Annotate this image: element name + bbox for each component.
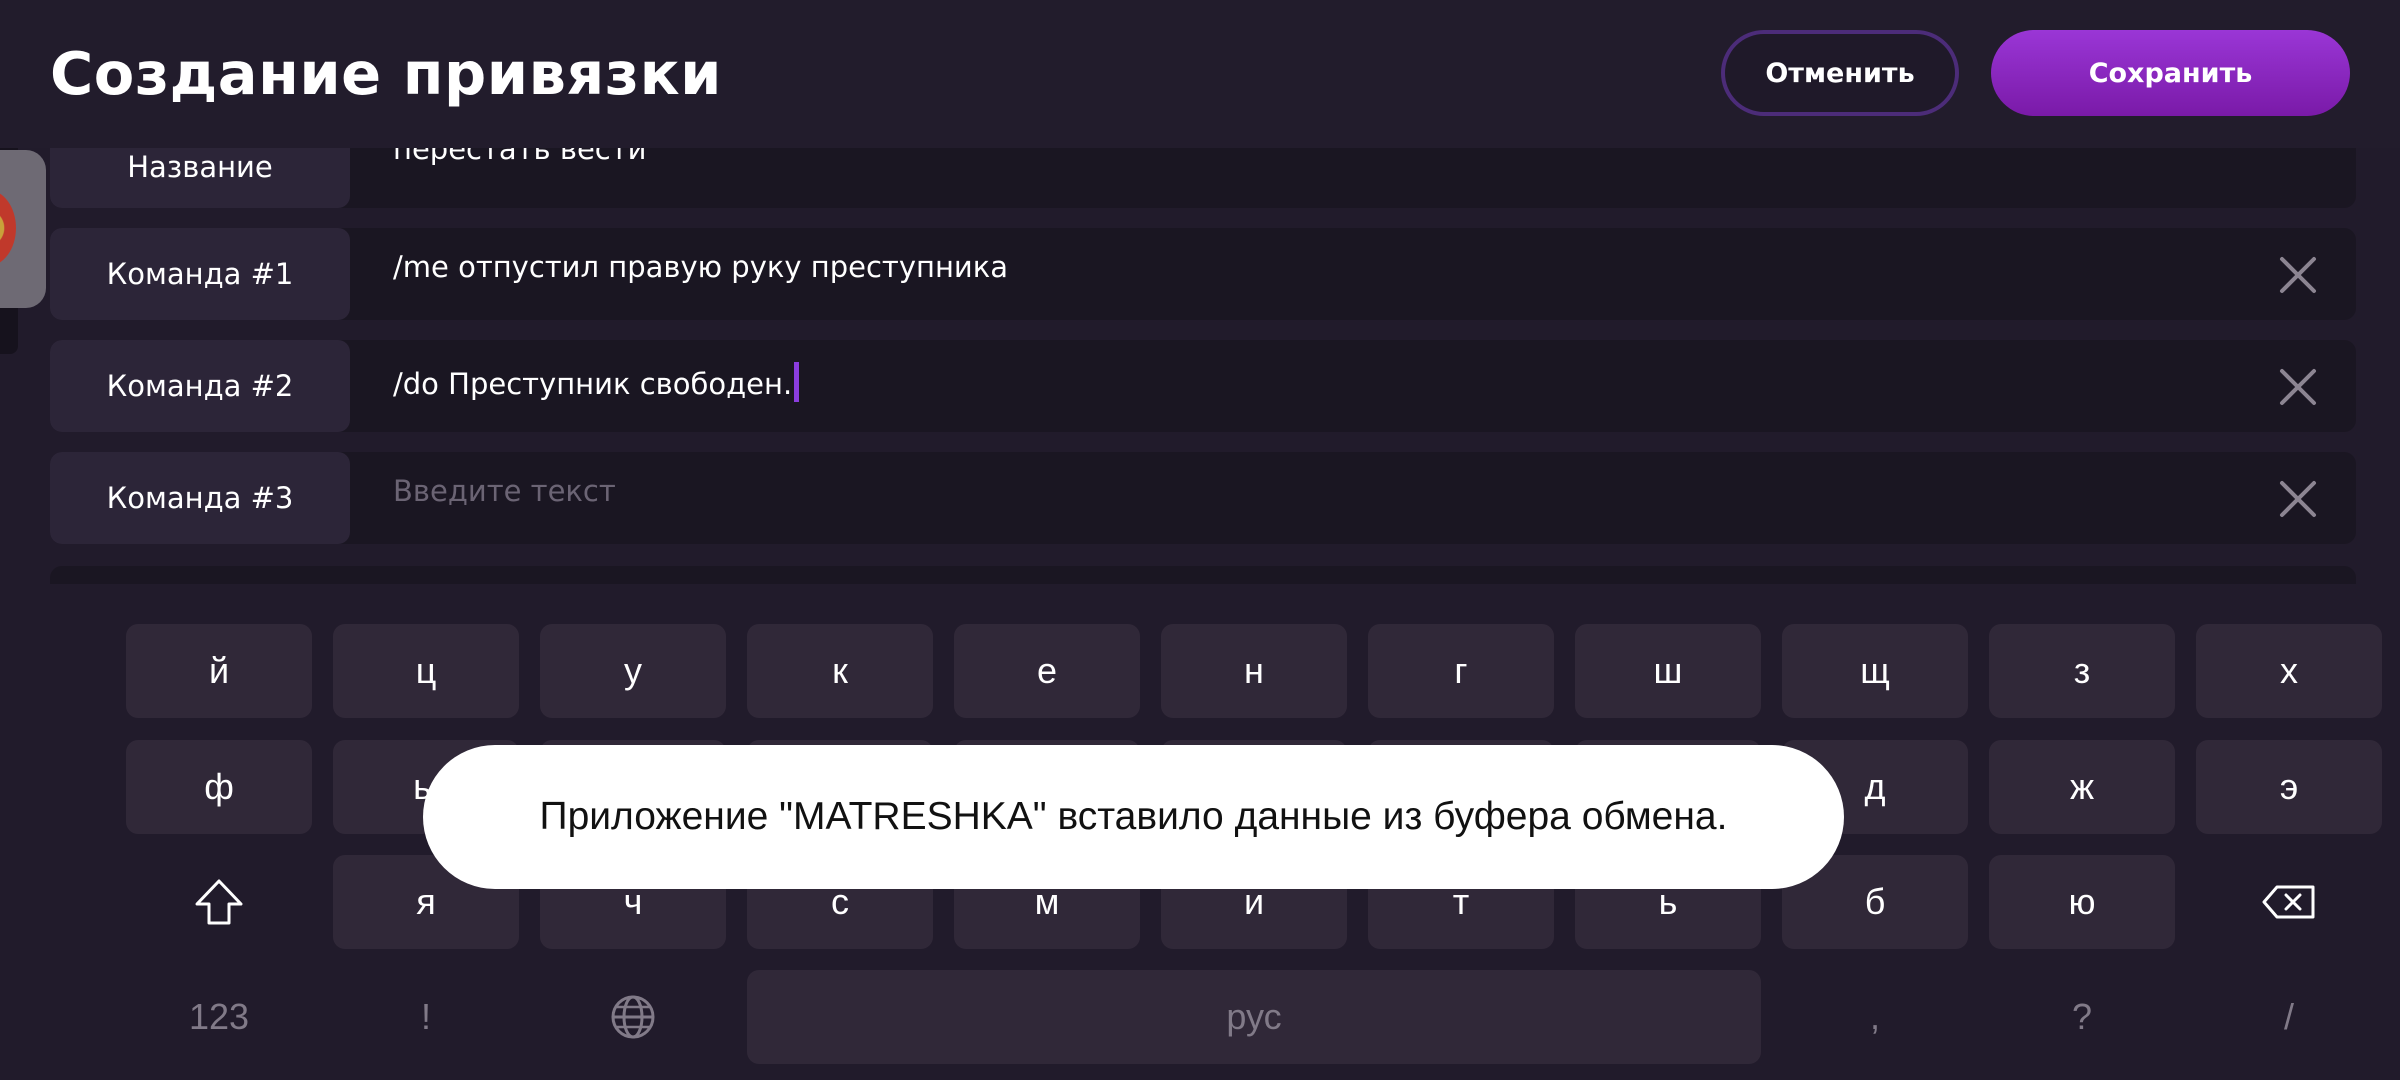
language-key[interactable] (540, 970, 726, 1064)
cancel-button[interactable]: Отменить (1721, 30, 1959, 116)
close-icon[interactable] (2278, 255, 2318, 295)
key[interactable]: ц (333, 624, 519, 718)
page-title: Создание привязки (50, 39, 722, 108)
key[interactable]: н (1161, 624, 1347, 718)
command-row-2: Команда #2 /do Преступник свободен. (50, 340, 2356, 432)
shift-icon (195, 879, 243, 925)
space-key[interactable]: рус (747, 970, 1761, 1064)
command-1-input[interactable]: /me отпустил правую руку преступника (393, 250, 1008, 284)
shift-key[interactable] (126, 855, 312, 949)
key[interactable]: щ (1782, 624, 1968, 718)
command-2-input[interactable]: /do Преступник свободен. (393, 362, 800, 402)
key[interactable]: ю (1989, 855, 2175, 949)
text-cursor (794, 362, 800, 402)
key[interactable]: ж (1989, 740, 2175, 834)
key[interactable]: э (2196, 740, 2382, 834)
globe-icon (611, 995, 655, 1039)
key[interactable]: к (747, 624, 933, 718)
key[interactable]: ф (126, 740, 312, 834)
floating-app-handle[interactable] (0, 150, 46, 308)
save-button[interactable]: Сохранить (1991, 30, 2350, 116)
question-key[interactable]: ? (1989, 970, 2175, 1064)
key[interactable]: у (540, 624, 726, 718)
command-3-input[interactable]: Введите текст (393, 474, 616, 508)
backspace-key[interactable] (2196, 855, 2382, 949)
command-2-text: /do Преступник свободен. (393, 367, 793, 401)
comma-key[interactable]: , (1782, 970, 1968, 1064)
next-row-partial (50, 566, 2356, 584)
slash-key[interactable]: / (2196, 970, 2382, 1064)
command-row-3: Команда #3 Введите текст (50, 452, 2356, 544)
app-logo-icon (0, 190, 16, 266)
command-2-label: Команда #2 (50, 340, 350, 432)
command-1-label: Команда #1 (50, 228, 350, 320)
exclamation-key[interactable]: ! (333, 970, 519, 1064)
numbers-key[interactable]: 123 (126, 970, 312, 1064)
command-3-label: Команда #3 (50, 452, 350, 544)
header-bar: Создание привязки Отменить Сохранить (0, 0, 2400, 148)
key[interactable]: е (954, 624, 1140, 718)
clipboard-toast: Приложение "MATRESHKA" вставило данные и… (423, 745, 1844, 889)
close-icon[interactable] (2278, 479, 2318, 519)
key[interactable]: х (2196, 624, 2382, 718)
key[interactable]: ш (1575, 624, 1761, 718)
command-row-1: Команда #1 /me отпустил правую руку прес… (50, 228, 2356, 320)
key[interactable]: й (126, 624, 312, 718)
close-icon[interactable] (2278, 367, 2318, 407)
key[interactable]: г (1368, 624, 1554, 718)
key[interactable]: з (1989, 624, 2175, 718)
backspace-icon (2262, 885, 2315, 919)
